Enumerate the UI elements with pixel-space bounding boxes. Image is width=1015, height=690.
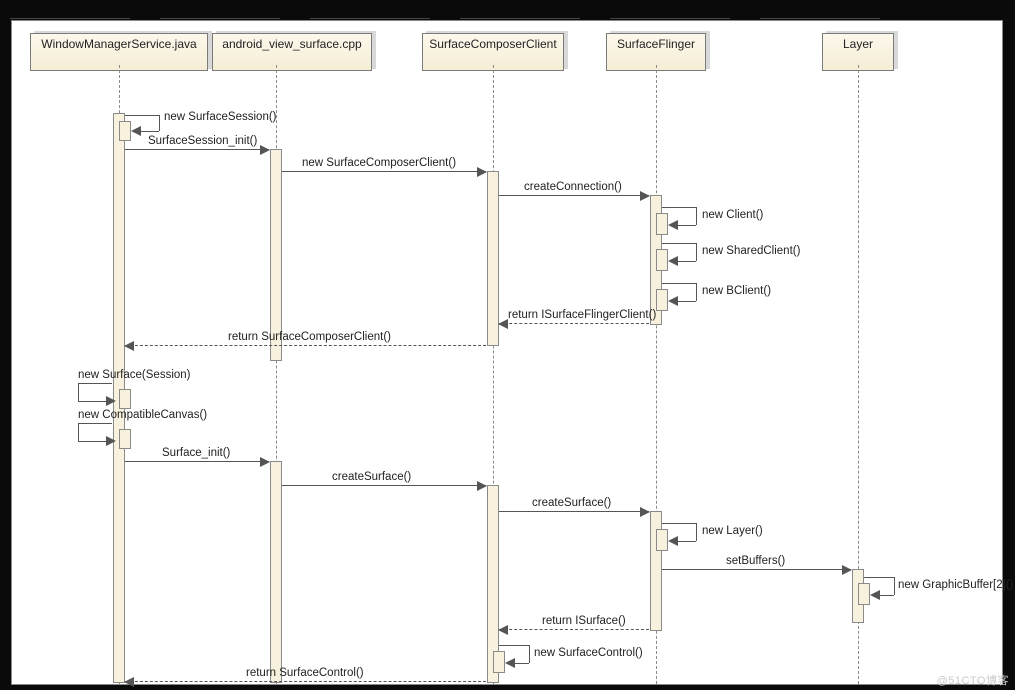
msg-label: return ISurfaceFlingerClient() (508, 309, 656, 321)
msg-label: new Surface(Session) (78, 369, 191, 381)
participant-avs: android_view_surface.cpp (212, 27, 372, 65)
msg-label: new CompatibleCanvas() (78, 409, 207, 421)
msg-new-scc (282, 171, 486, 172)
msg-createsurface-1 (282, 485, 486, 486)
msg-setbuffers (662, 569, 851, 570)
msg-label: new Layer() (702, 525, 763, 537)
msg-label: new BClient() (702, 285, 771, 297)
participant-scc: SurfaceComposerClient (422, 27, 564, 65)
msg-label: return SurfaceComposerClient() (228, 331, 391, 343)
msg-label: return ISurface() (542, 615, 626, 627)
msg-label: return SurfaceControl() (246, 667, 364, 679)
page-root: WindowManagerService.java android_view_s… (0, 0, 1015, 690)
tab-placeholder (160, 0, 280, 19)
msg-return-scc (125, 345, 486, 346)
msg-label: new Client() (702, 209, 763, 221)
participant-label: android_view_surface.cpp (222, 37, 361, 51)
msg-label: new SharedClient() (702, 245, 800, 257)
activation-avs-2 (270, 461, 282, 683)
activation-sf-self (656, 289, 668, 311)
msg-label: new SurfaceControl() (534, 647, 643, 659)
activation-avs-1 (270, 149, 282, 361)
msg-label: createSurface() (532, 497, 611, 509)
msg-label: new GraphicBuffer[2]() (898, 579, 1013, 591)
activation-sf-self (656, 529, 668, 551)
activation-wms-self (119, 389, 131, 409)
activation-sf-self (656, 213, 668, 235)
participant-label: SurfaceFlinger (617, 37, 695, 51)
msg-label: createConnection() (524, 181, 622, 193)
msg-createconnection (499, 195, 649, 196)
tab-placeholder (610, 0, 730, 19)
msg-return-isfc (499, 323, 649, 324)
msg-label: new SurfaceSession() (164, 111, 277, 123)
sequence-diagram-canvas: WindowManagerService.java android_view_s… (11, 20, 1003, 685)
msg-label: createSurface() (332, 471, 411, 483)
msg-return-surfacecontrol (125, 681, 486, 682)
participant-label: SurfaceComposerClient (429, 37, 556, 51)
participant-wms: WindowManagerService.java (30, 27, 208, 65)
tab-placeholder (760, 0, 880, 19)
msg-surfacesession-init (125, 149, 269, 150)
activation-scc-self (493, 651, 505, 673)
participant-layer: Layer (822, 27, 894, 65)
participant-label: Layer (843, 37, 873, 51)
activation-sf-self (656, 249, 668, 271)
msg-return-isurface (499, 629, 649, 630)
msg-createsurface-2 (499, 511, 649, 512)
tab-strip (10, 0, 1005, 18)
activation-wms-self (119, 429, 131, 449)
tab-placeholder (310, 0, 430, 19)
activation-layer-self (858, 583, 870, 605)
msg-label: setBuffers() (726, 555, 785, 567)
msg-label: new SurfaceComposerClient() (302, 157, 456, 169)
msg-surface-init (125, 461, 269, 462)
msg-label: Surface_init() (162, 447, 230, 459)
participant-label: WindowManagerService.java (41, 37, 196, 51)
activation-wms-self (119, 121, 131, 141)
msg-label: SurfaceSession_init() (148, 135, 257, 147)
participant-sf: SurfaceFlinger (606, 27, 706, 65)
tab-placeholder (460, 0, 580, 19)
tab-placeholder (10, 0, 130, 19)
